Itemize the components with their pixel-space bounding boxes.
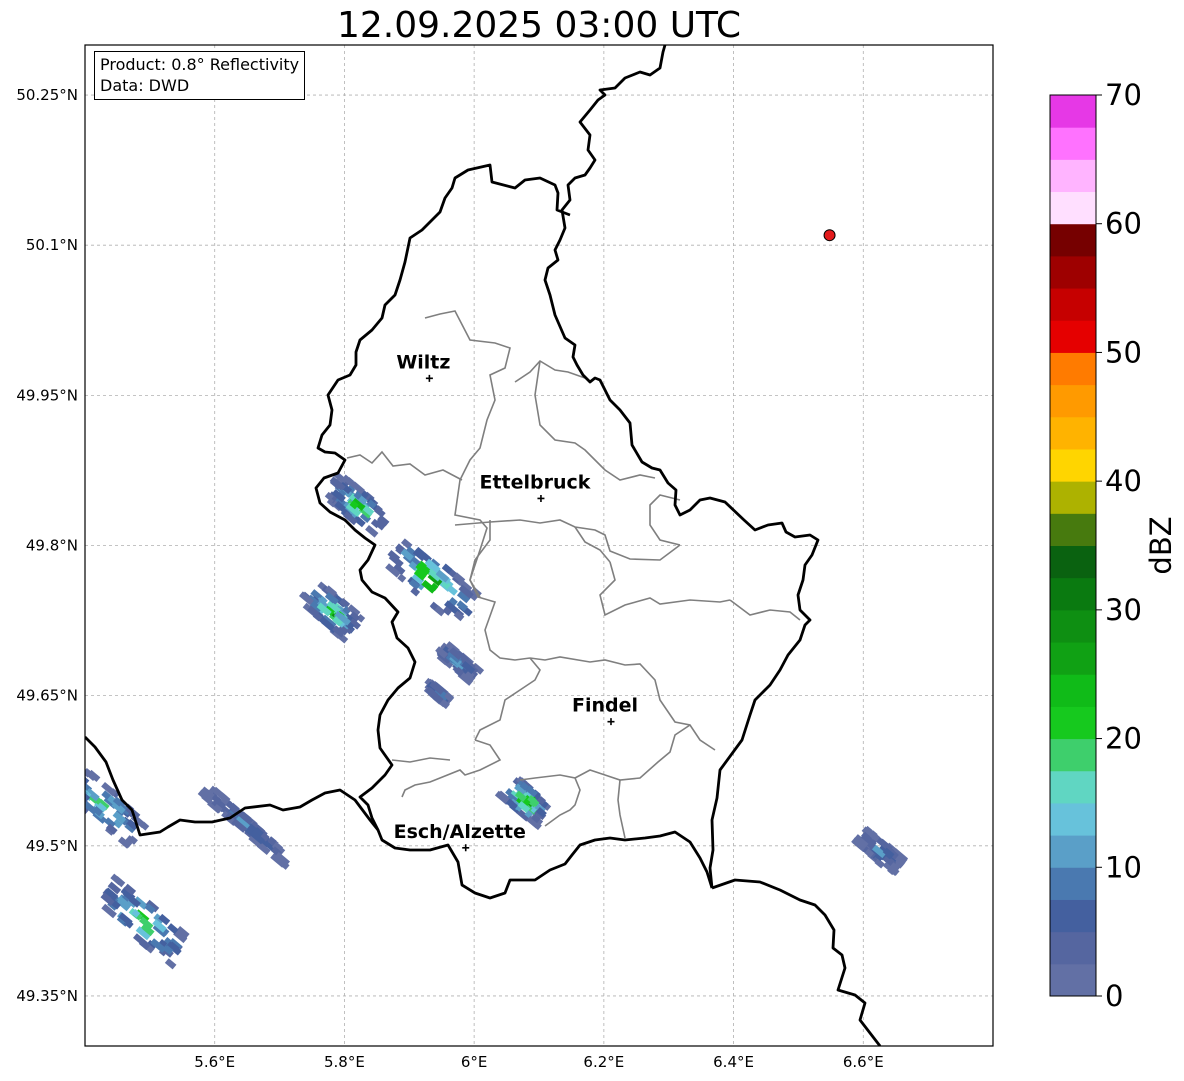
- radar-site-marker: [823, 229, 836, 242]
- colorbar: 0 10 20 30 40 50 60 70 dBZ: [1049, 78, 1178, 1013]
- lat-tick-label: 49.65°N: [16, 687, 78, 705]
- lon-tick-label: 6.6°E: [843, 1053, 884, 1071]
- colorbar-segment: [1050, 706, 1096, 740]
- colorbar-segment: [1050, 577, 1096, 611]
- colorbar-tick-label: 20: [1105, 722, 1142, 756]
- product-info-box: Product: 0.8° Reflectivity Data: DWD: [94, 51, 306, 100]
- colorbar-segment: [1050, 770, 1096, 804]
- colorbar-segment: [1050, 384, 1096, 418]
- colorbar-segment: [1050, 642, 1096, 675]
- colorbar-segment: [1050, 835, 1096, 868]
- echo-pixel: [55, 784, 66, 795]
- echo-pixel: [60, 783, 75, 797]
- echo-pixel: [65, 785, 77, 796]
- colorbar-segment: [1050, 127, 1096, 160]
- echo-pixel: [85, 784, 86, 797]
- colorbar-segment: [1050, 738, 1096, 772]
- lat-tick-label: 49.8°N: [26, 537, 78, 555]
- echo-pixel: [65, 783, 79, 796]
- colorbar-segment: [1050, 448, 1096, 482]
- colorbar-segment: [1050, 255, 1096, 289]
- colorbar-segment: [1050, 931, 1096, 965]
- colorbar-segment: [1050, 191, 1096, 225]
- radar-site-layer: [823, 229, 836, 242]
- colorbar-tick-label: 40: [1105, 464, 1142, 498]
- colorbar-segment: [1050, 288, 1096, 321]
- lat-tick-label: 49.5°N: [26, 837, 78, 855]
- colorbar-segment: [1050, 963, 1096, 997]
- lon-tick-label: 6.2°E: [583, 1053, 624, 1071]
- colorbar-segment: [1050, 95, 1096, 128]
- colorbar-tick-label: 50: [1105, 335, 1142, 369]
- colorbar-segment: [1050, 674, 1096, 707]
- map-background: [85, 45, 993, 1046]
- colorbar-segment: [1050, 223, 1096, 257]
- colorbar-segment: [1050, 545, 1096, 579]
- lat-tick-label: 49.95°N: [16, 386, 78, 404]
- lon-tick-label: 5.8°E: [324, 1053, 365, 1071]
- colorbar-segment: [1050, 802, 1096, 836]
- radar-map: Wiltz Ettelbruck Findel Esch/Alzette 5.6°E 5…: [16, 44, 1178, 1071]
- echo-pixel: [71, 767, 84, 779]
- lon-tick-label: 5.6°E: [194, 1053, 235, 1071]
- colorbar-tick-label: 60: [1105, 207, 1142, 241]
- lon-tick-label: 6.4°E: [713, 1053, 754, 1071]
- lat-tick-label: 49.35°N: [16, 987, 78, 1005]
- colorbar-tick-label: 30: [1105, 593, 1142, 627]
- colorbar-label: dBZ: [1144, 516, 1178, 574]
- lat-tick-label: 50.25°N: [16, 86, 78, 104]
- data-source-label: Data: DWD: [100, 76, 190, 95]
- echo-pixel: [67, 789, 75, 797]
- echo-pixel: [59, 787, 69, 797]
- colorbar-segment: [1050, 320, 1096, 353]
- colorbar-segment: [1050, 867, 1096, 900]
- city-label: Ettelbruck: [479, 471, 590, 493]
- colorbar-segment: [1050, 899, 1096, 933]
- lat-tick-label: 50.1°N: [26, 236, 78, 254]
- colorbar-segment: [1050, 159, 1096, 193]
- colorbar-tick-label: 0: [1105, 979, 1123, 1013]
- lon-tick-label: 6°E: [461, 1053, 488, 1071]
- colorbar-tick-label: 10: [1105, 850, 1142, 884]
- colorbar-segment: [1050, 609, 1096, 643]
- colorbar-segment: [1050, 481, 1096, 514]
- echo-pixel: [69, 785, 80, 796]
- colorbar-segment: [1050, 416, 1096, 450]
- city-label: Findel: [572, 695, 638, 717]
- colorbar-segment: [1050, 352, 1096, 386]
- city-label: Wiltz: [396, 351, 450, 373]
- product-label: Product: 0.8° Reflectivity: [100, 55, 300, 74]
- colorbar-tick-label: 70: [1105, 78, 1142, 112]
- city-label: Esch/Alzette: [394, 821, 526, 843]
- colorbar-segment: [1050, 513, 1096, 546]
